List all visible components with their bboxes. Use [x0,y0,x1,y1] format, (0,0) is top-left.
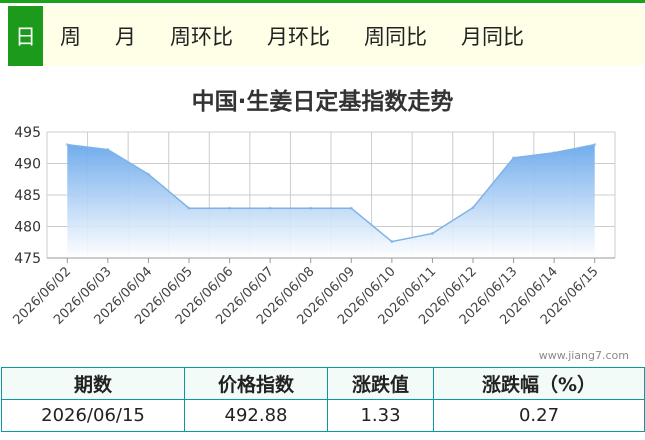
cell-change-value: 1.33 [327,399,434,432]
tab-month-year-over-year[interactable]: 月同比 [444,6,541,66]
data-point [187,206,191,210]
data-point [552,151,556,155]
data-point [390,240,394,244]
tab-day[interactable]: 日 [8,6,43,66]
header-period: 期数 [1,367,185,400]
tab-month[interactable]: 月 [98,6,153,66]
data-point [471,206,475,210]
period-tabs: 日 周 月 周环比 月环比 周同比 月同比 [8,6,644,66]
table-row: 2026/06/15 492.88 1.33 0.27 [1,399,645,432]
y-tick-label: 495 [14,125,41,141]
y-tick-label: 490 [14,157,41,173]
tab-week[interactable]: 周 [43,6,98,66]
index-chart: 4754804854904952026/06/022026/06/032026/… [11,125,616,328]
data-point [106,148,110,152]
data-point [593,143,597,147]
cell-price-index: 492.88 [184,399,328,432]
data-point [349,206,353,210]
header-change-percent: 涨跌幅（%） [433,367,645,400]
header-price-index: 价格指数 [184,367,328,400]
header-change-value: 涨跌值 [327,367,434,400]
data-point [146,172,150,176]
data-point [65,143,69,147]
y-tick-label: 485 [14,188,41,204]
data-point [228,206,232,210]
data-point [268,206,272,210]
top-accent-line [0,0,645,3]
summary-table: 期数 价格指数 涨跌值 涨跌幅（%） 2026/06/15 492.88 1.3… [1,367,645,432]
data-point [512,156,516,160]
cell-period: 2026/06/15 [1,399,185,432]
cell-change-percent: 0.27 [433,399,645,432]
summary-header-row: 期数 价格指数 涨跌值 涨跌幅（%） [1,367,645,400]
tab-week-year-over-year[interactable]: 周同比 [347,6,444,66]
watermark-text: www.jiang7.com [538,349,629,362]
data-point [309,206,313,210]
y-tick-label: 480 [14,220,41,236]
tab-week-over-week[interactable]: 周环比 [153,6,250,66]
y-tick-label: 475 [14,251,41,267]
tab-month-over-month[interactable]: 月环比 [250,6,347,66]
chart-title: 中国·生姜日定基指数走势 [191,89,454,115]
data-point [430,231,434,235]
